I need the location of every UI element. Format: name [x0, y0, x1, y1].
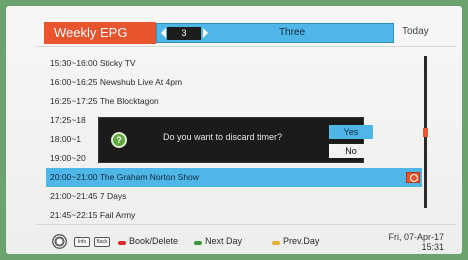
- programme-row[interactable]: 21:45~22:15 Fail Army: [50, 206, 430, 225]
- yes-button[interactable]: Yes: [329, 125, 373, 139]
- page-title: Weekly EPG: [44, 22, 156, 44]
- dialog-message: Do you want to discard timer?: [163, 132, 283, 142]
- green-key-label: Next Day: [205, 236, 243, 246]
- day-label: Today: [402, 26, 429, 37]
- record-timer-icon: [406, 172, 420, 183]
- no-button[interactable]: No: [329, 144, 373, 158]
- green-key-icon: [194, 241, 202, 245]
- channel-number: 3: [167, 27, 201, 40]
- red-key-label: Book/Delete: [129, 236, 179, 246]
- info-key-icon: Info: [74, 237, 90, 247]
- back-key-icon: Back: [94, 237, 110, 247]
- header-divider: [36, 46, 456, 47]
- programme-row-selected[interactable]: 20:00~21:00 The Graham Norton Show: [46, 168, 422, 187]
- clock: Fri, 07-Apr-17 15:31: [372, 232, 444, 252]
- footer-legend: Info Back Book/Delete Next Day Prev.Day: [52, 234, 319, 252]
- programme-row[interactable]: 15:30~16:00 Sticky TV: [50, 54, 430, 73]
- red-key-icon: [118, 241, 126, 245]
- arrow-right-icon[interactable]: [203, 28, 208, 38]
- confirm-dialog: ? Do you want to discard timer? Yes No: [98, 117, 373, 163]
- time-label: 15:31: [421, 242, 444, 252]
- channel-selector[interactable]: 3 Three: [156, 23, 394, 43]
- tv-frame: Weekly EPG 3 Three Today 15:30~16:00 Sti…: [0, 0, 468, 260]
- yellow-key-icon: [272, 241, 280, 245]
- yellow-key-label: Prev.Day: [283, 236, 320, 246]
- programme-row[interactable]: 21:00~21:45 7 Days: [50, 187, 430, 206]
- scrollbar-thumb[interactable]: [423, 128, 428, 137]
- epg-screen: Weekly EPG 3 Three Today 15:30~16:00 Sti…: [6, 6, 462, 254]
- footer-divider: [36, 224, 456, 225]
- date-label: Fri, 07-Apr-17: [388, 232, 444, 242]
- channel-name: Three: [278, 27, 306, 38]
- programme-row[interactable]: 16:00~16:25 Newshub Live At 4pm: [50, 73, 430, 92]
- gear-icon: [52, 234, 67, 249]
- arrow-left-icon[interactable]: [161, 28, 166, 38]
- question-icon: ?: [111, 132, 127, 148]
- programme-row-label: 20:00~21:00 The Graham Norton Show: [50, 172, 199, 182]
- programme-row[interactable]: 16:25~17:25 The Blocktagon: [50, 92, 430, 111]
